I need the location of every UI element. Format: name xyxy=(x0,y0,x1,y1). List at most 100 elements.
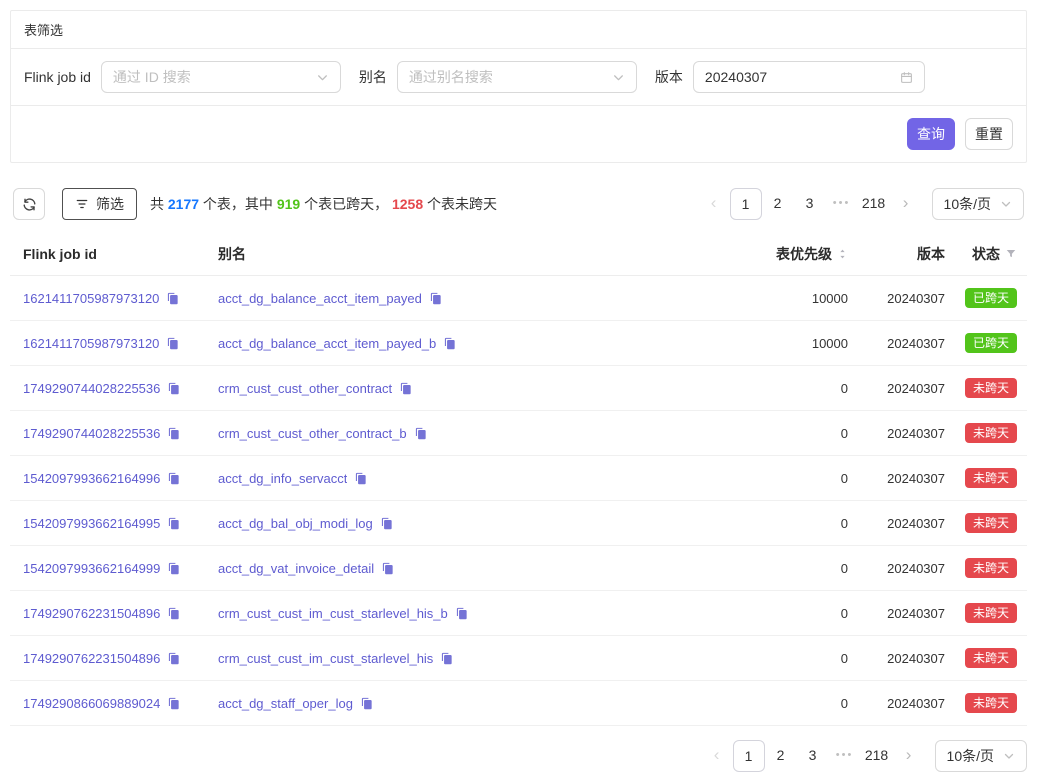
copy-icon[interactable] xyxy=(167,427,180,440)
job-id-cell: 1542097993662164999 xyxy=(23,561,218,576)
job-id-link[interactable]: 1542097993662164999 xyxy=(23,561,160,576)
alias-search-input[interactable] xyxy=(409,69,604,85)
version-date-input[interactable] xyxy=(705,69,892,85)
job-id-link[interactable]: 1542097993662164996 xyxy=(23,471,160,486)
version-cell: 20240307 xyxy=(848,696,945,711)
alias-link[interactable]: crm_cust_cust_other_contract xyxy=(218,381,392,396)
reset-button[interactable]: 重置 xyxy=(965,118,1013,150)
job-id-link[interactable]: 1542097993662164995 xyxy=(23,516,160,531)
pagination-prev[interactable]: ‹ xyxy=(701,740,733,772)
page-size-select[interactable]: 10条/页 xyxy=(935,740,1027,772)
version-cell: 20240307 xyxy=(848,336,945,351)
version-cell: 20240307 xyxy=(848,291,945,306)
alias-link[interactable]: acct_dg_balance_acct_item_payed xyxy=(218,291,422,306)
job-id-cell: 1749290762231504896 xyxy=(23,651,218,666)
alias-link[interactable]: acct_dg_balance_acct_item_payed_b xyxy=(218,336,436,351)
alias-link[interactable]: acct_dg_bal_obj_modi_log xyxy=(218,516,373,531)
sort-icon[interactable] xyxy=(837,247,848,261)
summary-part: 个表，其中 xyxy=(199,196,277,212)
status-badge: 未跨天 xyxy=(965,423,1017,443)
job-id-link[interactable]: 1621411705987973120 xyxy=(23,291,159,306)
copy-icon[interactable] xyxy=(167,472,180,485)
filter-button[interactable]: 筛选 xyxy=(62,188,137,220)
alias-link[interactable]: acct_dg_staff_oper_log xyxy=(218,696,353,711)
version-cell: 20240307 xyxy=(848,471,945,486)
copy-icon[interactable] xyxy=(380,517,393,530)
status-badge: 未跨天 xyxy=(965,378,1017,398)
copy-icon[interactable] xyxy=(167,697,180,710)
copy-icon[interactable] xyxy=(381,562,394,575)
pagination-ellipsis[interactable]: ••• xyxy=(826,188,858,220)
copy-icon[interactable] xyxy=(167,607,180,620)
filter-actions: 查询 重置 xyxy=(11,105,1026,162)
pagination-next[interactable]: › xyxy=(893,740,925,772)
job-id-link[interactable]: 1749290744028225536 xyxy=(23,426,160,441)
page-size-select[interactable]: 10条/页 xyxy=(932,188,1024,220)
filter-card: 表筛选 Flink job id 别名 xyxy=(10,10,1027,163)
copy-icon[interactable] xyxy=(455,607,468,620)
alias-link[interactable]: crm_cust_cust_im_cust_starlevel_his_b xyxy=(218,606,448,621)
job-id-link[interactable]: 1749290866069889024 xyxy=(23,696,160,711)
refresh-button[interactable] xyxy=(13,188,45,220)
copy-icon[interactable] xyxy=(167,652,180,665)
pagination-page-2[interactable]: 2 xyxy=(765,740,797,772)
pagination-page-1[interactable]: 1 xyxy=(733,740,765,772)
version-field: 版本 xyxy=(655,61,925,93)
status-cell: 未跨天 xyxy=(945,468,1017,488)
copy-icon[interactable] xyxy=(414,427,427,440)
copy-icon[interactable] xyxy=(440,652,453,665)
header-priority-label: 表优先级 xyxy=(776,244,832,264)
calendar-icon xyxy=(900,71,913,84)
pagination-next[interactable]: › xyxy=(890,188,922,220)
job-id-search-input[interactable] xyxy=(113,69,308,85)
copy-icon[interactable] xyxy=(354,472,367,485)
pagination-prev[interactable]: ‹ xyxy=(698,188,730,220)
alias-select[interactable] xyxy=(397,61,637,93)
status-cell: 未跨天 xyxy=(945,423,1017,443)
pagination-page-last[interactable]: 218 xyxy=(858,188,890,220)
priority-cell: 0 xyxy=(698,651,848,666)
pagination-ellipsis[interactable]: ••• xyxy=(829,740,861,772)
job-id-cell: 1542097993662164995 xyxy=(23,516,218,531)
summary-crossed-count: 919 xyxy=(277,196,300,212)
priority-cell: 10000 xyxy=(698,291,848,306)
filter-card-title: 表筛选 xyxy=(11,11,1026,49)
search-button[interactable]: 查询 xyxy=(907,118,955,150)
version-date-picker[interactable] xyxy=(693,61,925,93)
job-id-link[interactable]: 1749290762231504896 xyxy=(23,606,160,621)
pagination-page-3[interactable]: 3 xyxy=(797,740,829,772)
alias-link[interactable]: acct_dg_vat_invoice_detail xyxy=(218,561,374,576)
chevron-down-icon xyxy=(316,71,329,84)
alias-link[interactable]: crm_cust_cust_im_cust_starlevel_his xyxy=(218,651,433,666)
copy-icon[interactable] xyxy=(166,337,179,350)
alias-cell: acct_dg_balance_acct_item_payed_b xyxy=(218,336,698,351)
copy-icon[interactable] xyxy=(166,292,179,305)
copy-icon[interactable] xyxy=(167,517,180,530)
job-id-link[interactable]: 1621411705987973120 xyxy=(23,336,159,351)
table-row: 1542097993662164999 acct_dg_vat_invoice_… xyxy=(10,546,1027,591)
status-cell: 未跨天 xyxy=(945,378,1017,398)
job-id-link[interactable]: 1749290762231504896 xyxy=(23,651,160,666)
pagination-page-2[interactable]: 2 xyxy=(762,188,794,220)
copy-icon[interactable] xyxy=(167,562,180,575)
header-priority[interactable]: 表优先级 xyxy=(698,244,848,264)
copy-icon[interactable] xyxy=(443,337,456,350)
pagination-page-1[interactable]: 1 xyxy=(730,188,762,220)
copy-icon[interactable] xyxy=(167,382,180,395)
priority-cell: 0 xyxy=(698,471,848,486)
alias-cell: acct_dg_staff_oper_log xyxy=(218,696,698,711)
pagination-bottom: ‹ 1 2 3 ••• 218 › 10条/页 xyxy=(701,740,1027,772)
pagination-page-last[interactable]: 218 xyxy=(861,740,893,772)
refresh-icon xyxy=(22,197,37,212)
job-id-select[interactable] xyxy=(101,61,341,93)
header-status[interactable]: 状态 xyxy=(945,244,1017,264)
job-id-link[interactable]: 1749290744028225536 xyxy=(23,381,160,396)
alias-link[interactable]: acct_dg_info_servacct xyxy=(218,471,347,486)
pagination-page-3[interactable]: 3 xyxy=(794,188,826,220)
copy-icon[interactable] xyxy=(360,697,373,710)
status-cell: 未跨天 xyxy=(945,693,1017,713)
copy-icon[interactable] xyxy=(399,382,412,395)
copy-icon[interactable] xyxy=(429,292,442,305)
alias-link[interactable]: crm_cust_cust_other_contract_b xyxy=(218,426,407,441)
funnel-filter-icon[interactable] xyxy=(1005,248,1017,260)
